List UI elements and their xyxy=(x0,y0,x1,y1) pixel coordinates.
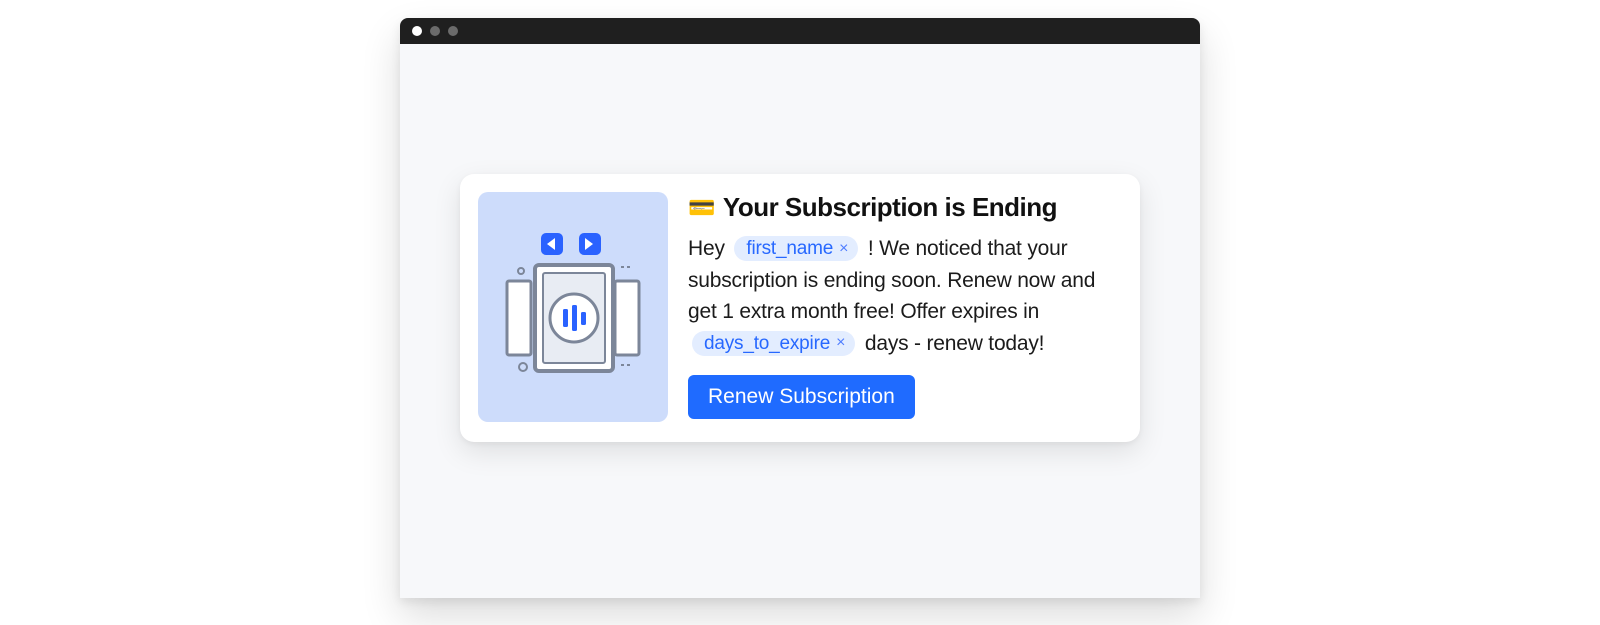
merge-tag-days-to-expire[interactable]: days_to_expire × xyxy=(692,331,855,356)
notification-card: 💳 Your Subscription is Ending Hey first_… xyxy=(460,174,1140,442)
merge-tag-label: days_to_expire xyxy=(704,334,830,353)
notification-content: 💳 Your Subscription is Ending Hey first_… xyxy=(688,192,1118,422)
body-text-part1: Hey xyxy=(688,237,725,260)
window-minimize-icon[interactable] xyxy=(430,26,440,36)
notification-body: Hey first_name × ! We noticed that your … xyxy=(688,233,1118,359)
merge-tag-first-name[interactable]: first_name × xyxy=(734,236,858,261)
browser-window: 💳 Your Subscription is Ending Hey first_… xyxy=(400,18,1200,598)
viewport: 💳 Your Subscription is Ending Hey first_… xyxy=(400,44,1200,598)
window-titlebar xyxy=(400,18,1200,44)
window-maximize-icon[interactable] xyxy=(448,26,458,36)
remove-tag-icon[interactable]: × xyxy=(839,241,848,257)
notification-heading: 💳 Your Subscription is Ending xyxy=(688,192,1118,223)
renew-subscription-button[interactable]: Renew Subscription xyxy=(688,375,915,419)
carousel-illustration-icon xyxy=(493,217,653,397)
window-close-icon[interactable] xyxy=(412,26,422,36)
remove-tag-icon[interactable]: × xyxy=(836,335,845,351)
notification-illustration xyxy=(478,192,668,422)
merge-tag-label: first_name xyxy=(746,239,833,258)
body-text-part3: days - renew today! xyxy=(865,332,1044,355)
credit-card-icon: 💳 xyxy=(688,195,715,221)
heading-text: Your Subscription is Ending xyxy=(723,192,1057,223)
